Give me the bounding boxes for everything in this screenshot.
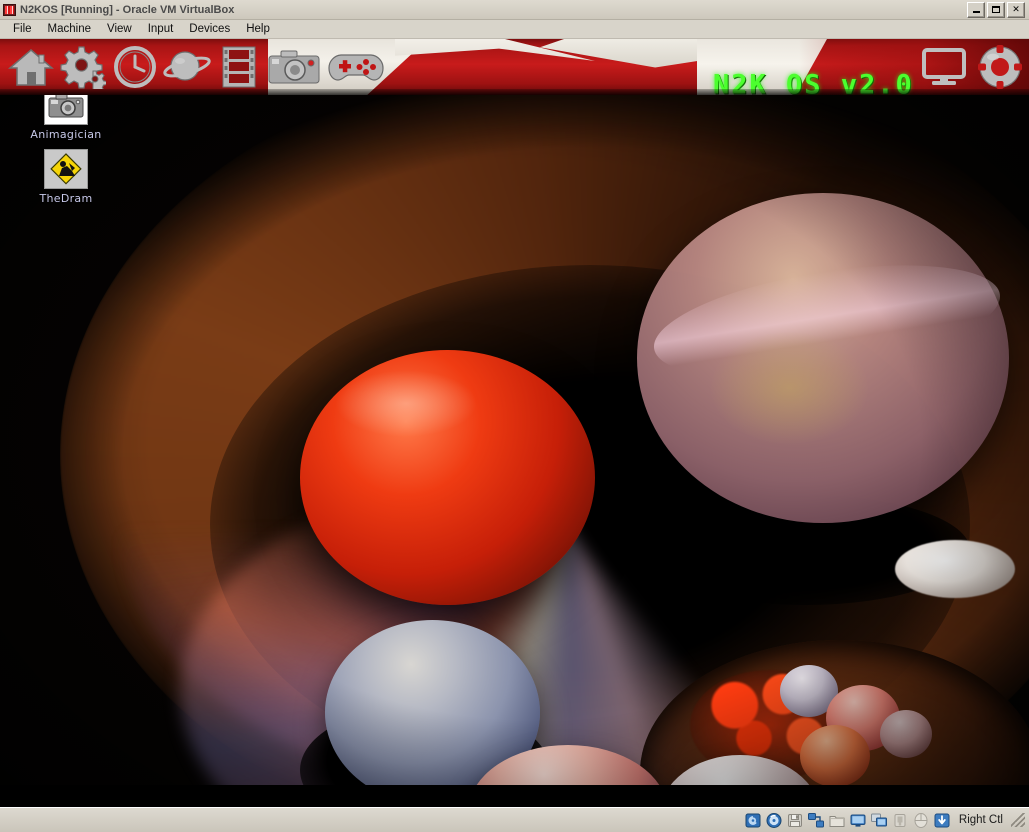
desktop-icon-thedram[interactable]: TheDram (18, 149, 114, 205)
menu-machine[interactable]: Machine (40, 22, 99, 36)
menu-file[interactable]: File (5, 22, 40, 36)
window-title: N2KOS [Running] - Oracle VM VirtualBox (20, 3, 235, 16)
window-controls: ✕ (967, 1, 1029, 18)
host-key-icon[interactable] (934, 812, 951, 828)
monitor-icon[interactable] (919, 42, 969, 92)
menu-input[interactable]: Input (140, 22, 182, 36)
shared-folders-icon[interactable] (829, 812, 846, 828)
virtualbox-window: N2KOS [Running] - Oracle VM VirtualBox ✕… (0, 0, 1029, 832)
film-strip-icon[interactable] (214, 42, 264, 92)
menu-help[interactable]: Help (238, 22, 278, 36)
optical-disk-icon[interactable] (766, 812, 783, 828)
life-ring-icon[interactable] (975, 42, 1025, 92)
planet-icon[interactable] (162, 42, 212, 92)
menu-view[interactable]: View (99, 22, 140, 36)
network-icon[interactable] (808, 812, 825, 828)
menu-bar: File Machine View Input Devices Help (0, 20, 1029, 39)
maximize-button[interactable] (987, 1, 1005, 18)
guest-os-toolbar: N2K OS v2.0 (0, 39, 1029, 95)
desktop-icon-label: TheDram (39, 192, 93, 205)
camera-icon[interactable] (266, 42, 324, 92)
wallpaper-vignette (0, 95, 1029, 785)
vm-app-icon (3, 3, 16, 16)
gamepad-icon[interactable] (326, 42, 386, 92)
warning-sign-icon (44, 149, 88, 189)
host-key-label: Right Ctl (958, 814, 1003, 826)
remote-desktop-icon[interactable] (871, 812, 888, 828)
desktop-icon-label: Animagician (30, 128, 102, 141)
guest-toolbar-right-icons (919, 42, 1025, 92)
mouse-icon (913, 812, 930, 828)
display-icon[interactable] (850, 812, 867, 828)
status-bar: Right Ctl (0, 807, 1029, 832)
vm-display[interactable]: Animagician TheDram N2K OS v2.0 (0, 39, 1029, 807)
minimize-button[interactable] (967, 1, 985, 18)
floppy-disk-icon[interactable] (787, 812, 804, 828)
desktop-wallpaper[interactable] (0, 95, 1029, 785)
close-button[interactable]: ✕ (1007, 1, 1025, 18)
banner-bottom-shadow (0, 89, 1029, 95)
usb-icon (892, 812, 909, 828)
gears-settings-icon[interactable] (58, 42, 108, 92)
hard-disk-icon[interactable] (745, 812, 762, 828)
desktop-icon-list: Animagician TheDram (18, 85, 128, 213)
title-bar[interactable]: N2KOS [Running] - Oracle VM VirtualBox ✕ (0, 0, 1029, 20)
home-icon[interactable] (6, 42, 56, 92)
menu-devices[interactable]: Devices (181, 22, 238, 36)
resize-grip[interactable] (1011, 813, 1025, 827)
clock-icon[interactable] (110, 42, 160, 92)
guest-toolbar-icons (6, 41, 386, 93)
